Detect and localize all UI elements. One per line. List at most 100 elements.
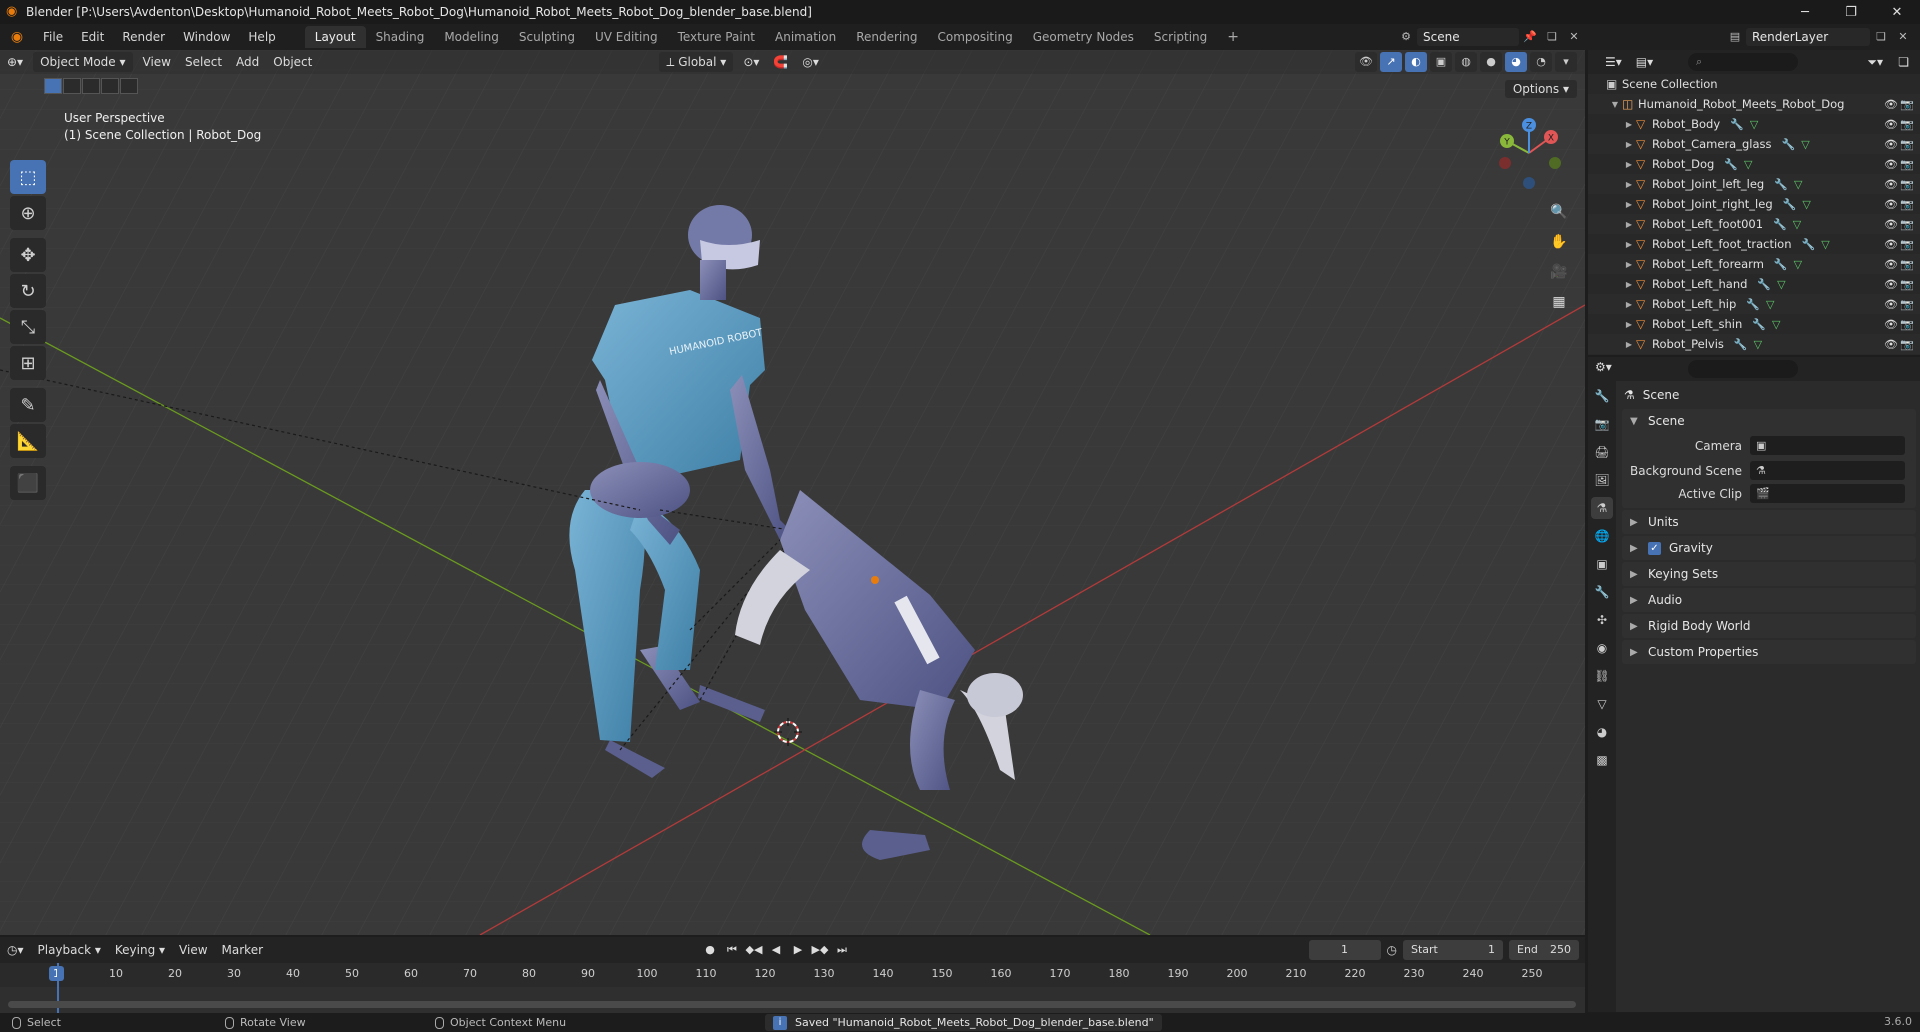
modifier-icon[interactable]: 🔧 ▽ (1802, 238, 1830, 251)
camera-view-icon[interactable]: 🎥 (1547, 260, 1571, 284)
rendered-shading-icon[interactable]: ◔ (1530, 52, 1552, 72)
new-collection-icon[interactable]: ❏ (1891, 52, 1916, 72)
add-workspace-button[interactable]: + (1217, 26, 1249, 48)
measure-tool-icon[interactable]: 📐 (10, 424, 46, 458)
outliner-object-row[interactable]: ▶ ▽ Robot_Body 🔧 ▽ 👁 📷 (1588, 114, 1920, 134)
outliner-object-row[interactable]: ▶ ▽ Robot_Left_foot001 🔧 ▽ 👁 📷 (1588, 214, 1920, 234)
current-frame-field[interactable]: 1 (1308, 940, 1381, 960)
visibility-eye-icon[interactable]: 👁 (1884, 238, 1898, 251)
rotate-tool-icon[interactable]: ↻ (10, 274, 46, 308)
render-camera-icon[interactable]: 📷 (1900, 138, 1914, 151)
play-icon[interactable]: ▶ (788, 940, 808, 960)
expand-arrow-icon[interactable]: ▶ (1622, 180, 1636, 189)
expand-arrow-icon[interactable]: ▶ (1622, 160, 1636, 169)
menu-help[interactable]: Help (239, 24, 284, 50)
timeline-ruler[interactable]: 1 10203040506070809010011012013014015016… (0, 963, 1585, 987)
cursor-tool-icon[interactable]: ⊕ (10, 196, 46, 230)
tab-sculpting[interactable]: Sculpting (509, 26, 585, 48)
render-tab-icon[interactable]: 📷 (1591, 413, 1613, 435)
expand-arrow-icon[interactable]: ▶ (1622, 340, 1636, 349)
units-panel[interactable]: ▶ Units (1622, 510, 1916, 534)
outliner-editor-type-icon[interactable]: ☰▾ (1598, 52, 1629, 72)
timeline-editor-type-icon[interactable]: ◷▾ (0, 940, 31, 960)
tab-uv-editing[interactable]: UV Editing (585, 26, 668, 48)
jump-start-icon[interactable]: ⏮ (722, 940, 742, 960)
rigid-body-world-panel[interactable]: ▶ Rigid Body World (1622, 614, 1916, 638)
output-tab-icon[interactable]: 🖨 (1591, 441, 1613, 463)
particles-tab-icon[interactable]: ✣ (1591, 609, 1613, 631)
object-tab-icon[interactable]: ▣ (1591, 553, 1613, 575)
expand-arrow-icon[interactable]: ▶ (1622, 260, 1636, 269)
visibility-eye-icon[interactable]: 👁 (1884, 318, 1898, 331)
outliner-object-row[interactable]: ▶ ▽ Robot_Left_hip 🔧 ▽ 👁 📷 (1588, 294, 1920, 314)
scene-collection-row[interactable]: ▣ Scene Collection (1588, 74, 1920, 94)
visibility-eye-icon[interactable]: 👁 (1884, 198, 1898, 211)
texture-tab-icon[interactable]: ▩ (1591, 749, 1613, 771)
render-camera-icon[interactable]: 📷 (1900, 218, 1914, 231)
viewport-menu-view[interactable]: View (136, 52, 178, 72)
scale-tool-icon[interactable]: ⤡ (10, 310, 46, 344)
tab-modeling[interactable]: Modeling (434, 26, 509, 48)
outliner-object-row[interactable]: ▶ ▽ Robot_Left_hand 🔧 ▽ 👁 📷 (1588, 274, 1920, 294)
visibility-eye-icon[interactable]: 👁 (1884, 298, 1898, 311)
menu-edit[interactable]: Edit (72, 24, 113, 50)
play-reverse-icon[interactable]: ◀ (766, 940, 786, 960)
tool-tab-icon[interactable]: 🔧 (1591, 385, 1613, 407)
blender-menu-icon[interactable]: ◉ (6, 29, 28, 45)
visibility-eye-icon[interactable]: 👁 (1884, 178, 1898, 191)
viewport-menu-select[interactable]: Select (178, 52, 229, 72)
filter-icon[interactable]: ⏷▾ (1860, 52, 1890, 72)
modifier-icon[interactable]: 🔧 ▽ (1773, 218, 1801, 231)
expand-arrow-icon[interactable]: ▶ (1622, 240, 1636, 249)
background-scene-field[interactable]: ⚗ (1750, 461, 1905, 480)
move-tool-icon[interactable]: ✥ (10, 238, 46, 272)
menu-window[interactable]: Window (174, 24, 239, 50)
delete-layer-icon[interactable]: ✕ (1892, 28, 1914, 46)
visibility-eye-icon[interactable]: 👁 (1884, 218, 1898, 231)
audio-panel[interactable]: ▶ Audio (1622, 588, 1916, 612)
3d-viewport[interactable]: HUMANOID ROBOT ⊕▾ Object Mode ▾ View Sel… (0, 50, 1585, 935)
outliner-search-input[interactable]: ⌕ (1688, 53, 1798, 71)
tab-rendering[interactable]: Rendering (846, 26, 927, 48)
custom-properties-panel[interactable]: ▶ Custom Properties (1622, 640, 1916, 664)
modifier-icon[interactable]: 🔧 ▽ (1782, 138, 1810, 151)
menu-file[interactable]: File (34, 24, 72, 50)
expand-arrow-icon[interactable]: ▶ (1622, 120, 1636, 129)
outliner-object-row[interactable]: ▶ ▽ Robot_Joint_left_leg 🔧 ▽ 👁 📷 (1588, 174, 1920, 194)
display-mode-icon[interactable]: ▤▾ (1629, 52, 1660, 72)
tab-compositing[interactable]: Compositing (927, 26, 1022, 48)
expand-arrow-icon[interactable]: ▶ (1622, 200, 1636, 209)
tab-texture-paint[interactable]: Texture Paint (668, 26, 765, 48)
wireframe-shading-icon[interactable]: ◍ (1455, 52, 1477, 72)
expand-arrow-icon[interactable]: ▼ (1608, 100, 1622, 109)
start-frame-field[interactable]: Start 1 (1403, 940, 1503, 960)
render-camera-icon[interactable]: 📷 (1900, 158, 1914, 171)
object-mode-dropdown[interactable]: Object Mode ▾ (33, 52, 133, 72)
visibility-eye-icon[interactable]: 👁 (1884, 98, 1898, 111)
annotate-tool-icon[interactable]: ✎ (10, 388, 46, 422)
outliner-object-row[interactable]: ▶ ▽ Robot_Pelvis 🔧 ▽ 👁 📷 (1588, 334, 1920, 354)
outliner-object-row[interactable]: ▶ ▽ Robot_Dog 🔧 ▽ 👁 📷 (1588, 154, 1920, 174)
outliner-object-row[interactable]: ▶ ▽ Robot_Left_forearm 🔧 ▽ 👁 📷 (1588, 254, 1920, 274)
modifier-icon[interactable]: 🔧 ▽ (1752, 318, 1780, 331)
timeline-view-menu[interactable]: View (172, 940, 214, 960)
camera-field[interactable]: ▣ (1750, 436, 1905, 455)
tab-scripting[interactable]: Scripting (1144, 26, 1217, 48)
world-tab-icon[interactable]: 🌐 (1591, 525, 1613, 547)
transform-tool-icon[interactable]: ⊞ (10, 346, 46, 380)
pin-icon[interactable]: 📌 (1519, 28, 1541, 46)
select-new-icon[interactable] (44, 78, 62, 94)
material-preview-shading-icon[interactable]: ◕ (1505, 52, 1527, 72)
modifier-icon[interactable]: 🔧 ▽ (1774, 178, 1802, 191)
outliner-object-row[interactable]: ▶ ▽ Robot_Left_shin 🔧 ▽ 👁 📷 (1588, 314, 1920, 334)
select-box-tool-icon[interactable]: ⬚ (10, 160, 46, 194)
saved-report[interactable]: i Saved "Humanoid_Robot_Meets_Robot_Dog_b… (765, 1014, 1162, 1031)
scene-selector[interactable]: ⚙ Scene 📌 ❏ ✕ (1395, 27, 1585, 47)
visibility-eye-icon[interactable]: 👁 (1884, 158, 1898, 171)
expand-arrow-icon[interactable]: ▶ (1622, 300, 1636, 309)
render-camera-icon[interactable]: 📷 (1900, 298, 1914, 311)
new-scene-icon[interactable]: ❏ (1541, 28, 1563, 46)
modifier-icon[interactable]: 🔧 ▽ (1730, 118, 1758, 131)
view-layer-tab-icon[interactable]: 🖼 (1591, 469, 1613, 491)
select-extend-icon[interactable] (63, 78, 81, 94)
